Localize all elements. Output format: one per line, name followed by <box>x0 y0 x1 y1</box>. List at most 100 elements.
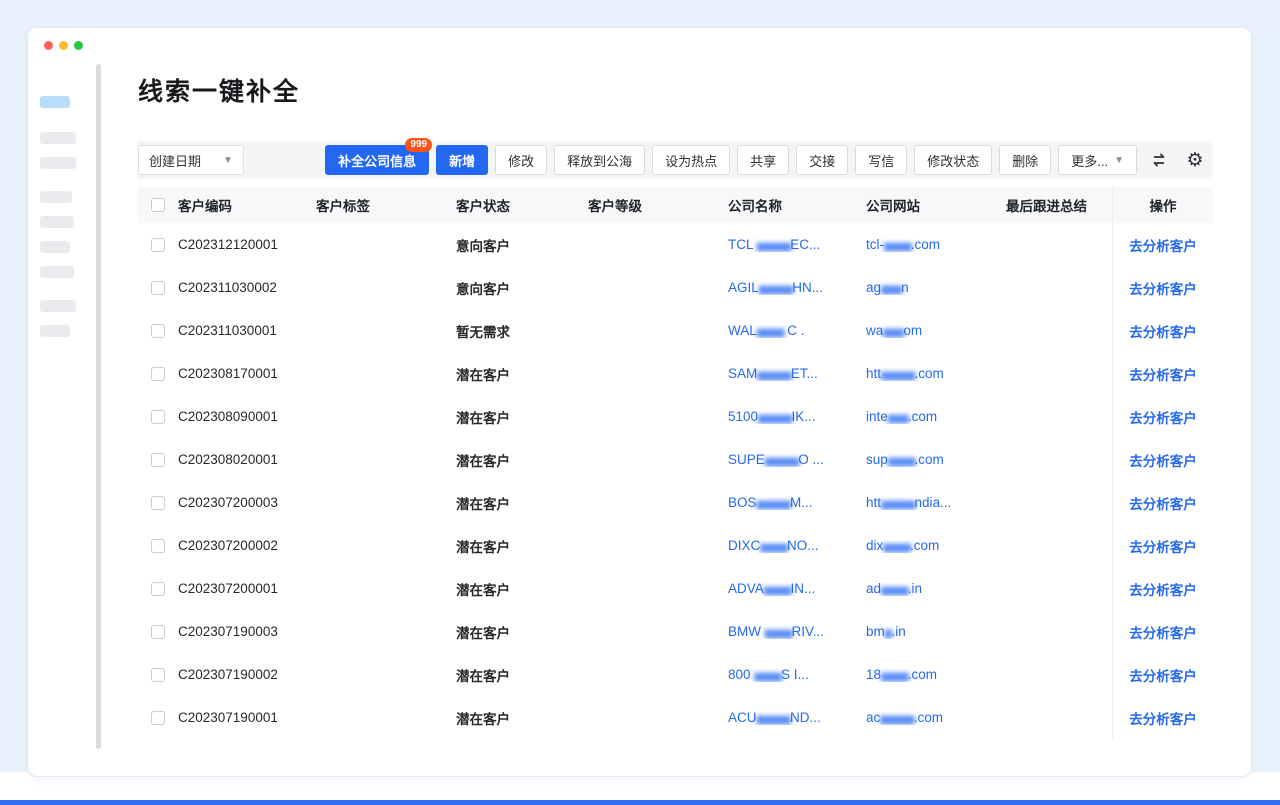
company-name-link[interactable]: 5100▆▆▆▆▆IK... <box>728 409 816 424</box>
toolbar-button-7[interactable]: 修改状态 <box>914 145 992 175</box>
select-all-checkbox[interactable] <box>151 198 165 212</box>
row-checkbox[interactable] <box>151 625 165 639</box>
row-checkbox-cell <box>138 625 178 639</box>
row-checkbox-cell <box>138 668 178 682</box>
row-checkbox-cell <box>138 281 178 295</box>
analyze-customer-link[interactable]: 去分析客户 <box>1129 321 1197 341</box>
row-checkbox[interactable] <box>151 539 165 553</box>
row-checkbox[interactable] <box>151 238 165 252</box>
row-checkbox[interactable] <box>151 324 165 338</box>
transfer-icon <box>1150 151 1168 169</box>
sidebar-item[interactable] <box>40 241 70 253</box>
date-filter-dropdown[interactable]: 创建日期 ▼ <box>138 145 244 175</box>
analyze-customer-link[interactable]: 去分析客户 <box>1129 278 1197 298</box>
company-website-cell: htt▆▆▆▆▆.com <box>866 366 1006 381</box>
company-website-link[interactable]: dix▆▆▆▆.com <box>866 538 939 553</box>
company-name-link[interactable]: DIXC▆▆▆▆NO... <box>728 538 819 553</box>
toolbar-button-6[interactable]: 写信 <box>855 145 907 175</box>
company-name-link[interactable]: ADVA▆▆▆▆IN... <box>728 581 815 596</box>
customer-code: C202307200002 <box>178 538 316 553</box>
customer-status: 意向客户 <box>456 235 588 255</box>
sidebar-item[interactable] <box>40 325 70 337</box>
company-website-cell: ad▆▆▆▆.in <box>866 581 1006 596</box>
row-checkbox[interactable] <box>151 281 165 295</box>
customer-code: C202307190003 <box>178 624 316 639</box>
company-name-link[interactable]: SUPE▆▆▆▆▆O ... <box>728 452 824 467</box>
zoom-window-button[interactable] <box>74 41 83 50</box>
row-checkbox-cell <box>138 367 178 381</box>
row-checkbox[interactable] <box>151 582 165 596</box>
view-switch-button[interactable] <box>1145 146 1173 174</box>
company-website-link[interactable]: 18▆▆▆▆.com <box>866 667 937 682</box>
customer-code: C202308170001 <box>178 366 316 381</box>
toolbar: 创建日期 ▼ 补全公司信息 999 新增 修改释放到公海设为热点共享交接写信修改… <box>138 141 1213 179</box>
sidebar-active-item[interactable] <box>40 96 70 108</box>
complete-company-info-button[interactable]: 补全公司信息 999 <box>325 145 429 175</box>
company-website-cell: htt▆▆▆▆▆ndia... <box>866 495 1006 510</box>
toolbar-button-8[interactable]: 删除 <box>999 145 1051 175</box>
column-header-2: 客户标签 <box>316 195 456 215</box>
sidebar-item[interactable] <box>40 216 74 228</box>
company-website-link[interactable]: ag▆▆▆n <box>866 280 909 295</box>
table-row: C202307200001 潜在客户 ADVA▆▆▆▆IN... ad▆▆▆▆.… <box>138 567 1213 610</box>
more-button[interactable]: 更多... ▼ <box>1058 145 1137 175</box>
company-website-link[interactable]: sup▆▆▆▆.com <box>866 452 944 467</box>
sidebar-item[interactable] <box>40 191 72 203</box>
company-name-link[interactable]: AGIL▆▆▆▆▆HN... <box>728 280 823 295</box>
close-window-button[interactable] <box>44 41 53 50</box>
analyze-customer-link[interactable]: 去分析客户 <box>1129 407 1197 427</box>
analyze-customer-link[interactable]: 去分析客户 <box>1129 708 1197 728</box>
sidebar-item[interactable] <box>40 157 76 169</box>
analyze-customer-link[interactable]: 去分析客户 <box>1129 235 1197 255</box>
company-name-link[interactable]: TCL ▆▆▆▆▆EC... <box>728 237 820 252</box>
company-name-link[interactable]: SAM▆▆▆▆▆ET... <box>728 366 818 381</box>
analyze-customer-link[interactable]: 去分析客户 <box>1129 364 1197 384</box>
company-website-link[interactable]: htt▆▆▆▆▆.com <box>866 366 944 381</box>
toolbar-button-1[interactable]: 修改 <box>495 145 547 175</box>
company-website-link[interactable]: tcl-▆▆▆▆.com <box>866 237 940 252</box>
company-name-link[interactable]: BMW ▆▆▆▆RIV... <box>728 624 824 639</box>
row-checkbox[interactable] <box>151 410 165 424</box>
sidebar-item[interactable] <box>40 266 74 278</box>
row-checkbox[interactable] <box>151 711 165 725</box>
customer-status: 潜在客户 <box>456 493 588 513</box>
customer-status: 意向客户 <box>456 278 588 298</box>
analyze-customer-link[interactable]: 去分析客户 <box>1129 622 1197 642</box>
toolbar-button-3[interactable]: 设为热点 <box>652 145 730 175</box>
app-window: 线索一键补全 创建日期 ▼ 补全公司信息 999 新增 修改释放到公海设为热点共… <box>27 27 1252 777</box>
company-website-link[interactable]: ac▆▆▆▆▆.com <box>866 710 943 725</box>
vertical-scrollbar[interactable] <box>96 64 101 749</box>
analyze-customer-link[interactable]: 去分析客户 <box>1129 665 1197 685</box>
analyze-customer-link[interactable]: 去分析客户 <box>1129 493 1197 513</box>
minimize-window-button[interactable] <box>59 41 68 50</box>
company-website-link[interactable]: inte▆▆▆.com <box>866 409 937 424</box>
company-name-link[interactable]: 800 ▆▆▆▆S I... <box>728 667 809 682</box>
add-button[interactable]: 新增 <box>436 145 488 175</box>
company-name-link[interactable]: ACU▆▆▆▆▆ND... <box>728 710 821 725</box>
sidebar-item[interactable] <box>40 300 76 312</box>
company-website-link[interactable]: htt▆▆▆▆▆ndia... <box>866 495 951 510</box>
column-header-3: 客户状态 <box>456 195 588 215</box>
sidebar-item[interactable] <box>40 132 76 144</box>
analyze-customer-link[interactable]: 去分析客户 <box>1129 536 1197 556</box>
row-checkbox-cell <box>138 711 178 725</box>
company-website-link[interactable]: ad▆▆▆▆.in <box>866 581 922 596</box>
company-name-cell: DIXC▆▆▆▆NO... <box>728 538 866 553</box>
analyze-customer-link[interactable]: 去分析客户 <box>1129 579 1197 599</box>
table-row: C202307190003 潜在客户 BMW ▆▆▆▆RIV... bm▆.in… <box>138 610 1213 653</box>
row-checkbox[interactable] <box>151 367 165 381</box>
analyze-customer-link[interactable]: 去分析客户 <box>1129 450 1197 470</box>
customer-code: C202312120001 <box>178 237 316 252</box>
row-checkbox[interactable] <box>151 496 165 510</box>
company-website-link[interactable]: bm▆.in <box>866 624 906 639</box>
toolbar-button-2[interactable]: 释放到公海 <box>554 145 645 175</box>
toolbar-button-4[interactable]: 共享 <box>737 145 789 175</box>
company-name-link[interactable]: BOS▆▆▆▆▆M... <box>728 495 812 510</box>
customer-status: 潜在客户 <box>456 622 588 642</box>
row-checkbox[interactable] <box>151 668 165 682</box>
company-name-link[interactable]: WAL▆▆▆▆ C . <box>728 323 805 338</box>
company-website-link[interactable]: wa▆▆▆om <box>866 323 922 338</box>
row-checkbox[interactable] <box>151 453 165 467</box>
toolbar-button-5[interactable]: 交接 <box>796 145 848 175</box>
settings-button[interactable]: ⚙ <box>1181 146 1209 174</box>
